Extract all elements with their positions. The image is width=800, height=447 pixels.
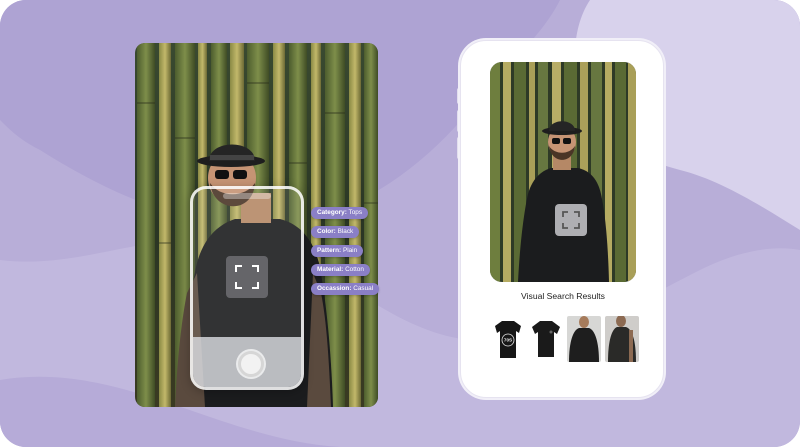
bamboo-portrait-image — [490, 62, 636, 282]
model-wearing-tshirt-icon — [567, 316, 601, 362]
result-thumbnail[interactable]: 70S — [491, 316, 525, 362]
camera-focus-icon — [226, 256, 268, 298]
results-title: Visual Search Results — [521, 291, 605, 301]
tshirt-print-icon: 70S — [491, 316, 525, 362]
camera-focus-icon — [555, 204, 587, 236]
result-thumbnail[interactable] — [529, 316, 563, 362]
phone-notch — [223, 193, 271, 199]
camera-control-bar — [193, 337, 301, 387]
background-waves — [0, 0, 800, 447]
phone-photo — [490, 62, 636, 282]
tshirt-icon — [529, 316, 563, 362]
tag-pattern: Pattern: Plain — [311, 245, 364, 257]
promo-canvas: Category: Tops Color: Black Pattern: Pla… — [0, 0, 800, 447]
result-thumbnail[interactable] — [567, 316, 601, 362]
svg-text:70S: 70S — [504, 338, 512, 343]
tag-category: Category: Tops — [311, 207, 369, 219]
results-thumbnails: 70S — [488, 316, 639, 362]
tag-occasion: Occassion: Casual — [311, 283, 380, 295]
phone-mockup: Visual Search Results 70S — [460, 40, 664, 398]
result-thumbnail[interactable] — [605, 316, 639, 362]
tag-material: Material: Cotton — [311, 264, 370, 276]
scanner-phone-frame — [190, 186, 304, 390]
tag-color: Color: Black — [311, 226, 360, 238]
model-wearing-tshirt-icon — [605, 316, 639, 362]
shutter-button-icon[interactable] — [238, 351, 264, 377]
